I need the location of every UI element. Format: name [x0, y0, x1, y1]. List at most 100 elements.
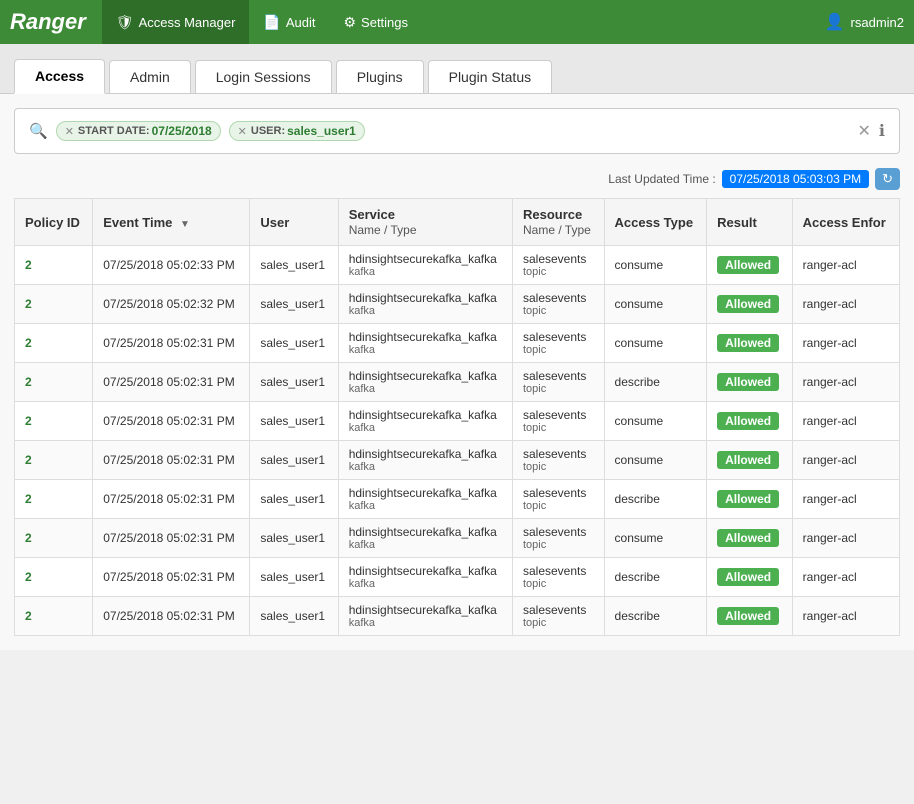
cell-policy-id: 2 — [15, 246, 93, 285]
cell-resource: salesevents topic — [512, 363, 604, 402]
search-info-icon[interactable]: ℹ — [879, 121, 885, 141]
cell-result: Allowed — [707, 597, 793, 636]
cell-resource: salesevents topic — [512, 285, 604, 324]
nav-audit[interactable]: 📄 Audit — [249, 0, 329, 44]
filter-start-date[interactable]: ✕ START DATE: 07/25/2018 — [56, 121, 221, 141]
cell-access-type: describe — [604, 363, 707, 402]
top-navigation: Ranger 🛡 Access Manager 📄 Audit ⚙ Settin… — [0, 0, 914, 44]
policy-link[interactable]: 2 — [25, 492, 32, 506]
cell-result: Allowed — [707, 441, 793, 480]
tab-admin[interactable]: Admin — [109, 60, 191, 93]
user-icon: 👤 — [825, 12, 845, 32]
policy-link[interactable]: 2 — [25, 453, 32, 467]
table-row: 2 07/25/2018 05:02:31 PM sales_user1 hdi… — [15, 363, 900, 402]
cell-service: hdinsightsecurekafka_kafka kafka — [338, 480, 512, 519]
filter-user[interactable]: ✕ USER: sales_user1 — [229, 121, 365, 141]
result-badge: Allowed — [717, 295, 779, 313]
user-menu[interactable]: 👤 rsadmin2 — [825, 12, 904, 32]
cell-event-time: 07/25/2018 05:02:31 PM — [93, 402, 250, 441]
col-header-event-time[interactable]: Event Time ▼ — [93, 199, 250, 246]
tab-plugins[interactable]: Plugins — [336, 60, 424, 93]
result-badge: Allowed — [717, 568, 779, 586]
table-row: 2 07/25/2018 05:02:32 PM sales_user1 hdi… — [15, 285, 900, 324]
audit-icon: 📄 — [263, 14, 280, 31]
search-clear-icon[interactable]: ✕ — [858, 121, 871, 141]
resource-type: topic — [523, 422, 594, 434]
cell-event-time: 07/25/2018 05:02:32 PM — [93, 285, 250, 324]
col-header-access-type: Access Type — [604, 199, 707, 246]
refresh-button[interactable]: ↻ — [875, 168, 900, 190]
tab-plugin-status[interactable]: Plugin Status — [428, 60, 553, 93]
cell-resource: salesevents topic — [512, 441, 604, 480]
resource-type: topic — [523, 461, 594, 473]
resource-name: salesevents — [523, 291, 594, 305]
resource-type: topic — [523, 539, 594, 551]
resource-type: topic — [523, 617, 594, 629]
cell-service: hdinsightsecurekafka_kafka kafka — [338, 402, 512, 441]
policy-link[interactable]: 2 — [25, 414, 32, 428]
cell-service: hdinsightsecurekafka_kafka kafka — [338, 558, 512, 597]
cell-result: Allowed — [707, 480, 793, 519]
tab-access[interactable]: Access — [14, 59, 105, 94]
shield-icon: 🛡 — [116, 14, 134, 31]
cell-access-enforcer: ranger-acl — [792, 285, 899, 324]
policy-link[interactable]: 2 — [25, 297, 32, 311]
cell-access-enforcer: ranger-acl — [792, 324, 899, 363]
policy-link[interactable]: 2 — [25, 375, 32, 389]
cell-access-type: consume — [604, 402, 707, 441]
resource-type: topic — [523, 578, 594, 590]
resource-type: topic — [523, 305, 594, 317]
service-name: hdinsightsecurekafka_kafka — [349, 564, 502, 578]
nav-access-manager[interactable]: 🛡 Access Manager — [102, 0, 250, 44]
cell-user: sales_user1 — [250, 246, 338, 285]
last-updated-label: Last Updated Time : — [608, 172, 715, 186]
col-header-resource: ResourceName / Type — [512, 199, 604, 246]
cell-policy-id: 2 — [15, 480, 93, 519]
col-header-policy-id: Policy ID — [15, 199, 93, 246]
filter-close-date-icon[interactable]: ✕ — [65, 125, 74, 138]
policy-link[interactable]: 2 — [25, 336, 32, 350]
cell-resource: salesevents topic — [512, 480, 604, 519]
filter-close-user-icon[interactable]: ✕ — [238, 125, 247, 138]
last-updated-time: 07/25/2018 05:03:03 PM — [722, 170, 869, 188]
cell-result: Allowed — [707, 519, 793, 558]
cell-user: sales_user1 — [250, 363, 338, 402]
resource-type: topic — [523, 266, 594, 278]
cell-event-time: 07/25/2018 05:02:31 PM — [93, 363, 250, 402]
col-header-user: User — [250, 199, 338, 246]
cell-access-type: describe — [604, 597, 707, 636]
policy-link[interactable]: 2 — [25, 531, 32, 545]
resource-name: salesevents — [523, 525, 594, 539]
cell-policy-id: 2 — [15, 324, 93, 363]
cell-service: hdinsightsecurekafka_kafka kafka — [338, 324, 512, 363]
search-box: 🔍 ✕ START DATE: 07/25/2018 ✕ USER: sales… — [14, 108, 900, 154]
result-badge: Allowed — [717, 412, 779, 430]
policy-link[interactable]: 2 — [25, 570, 32, 584]
table-row: 2 07/25/2018 05:02:31 PM sales_user1 hdi… — [15, 597, 900, 636]
service-type: kafka — [349, 500, 502, 512]
resource-name: salesevents — [523, 486, 594, 500]
cell-policy-id: 2 — [15, 441, 93, 480]
service-type: kafka — [349, 422, 502, 434]
cell-user: sales_user1 — [250, 441, 338, 480]
cell-resource: salesevents topic — [512, 597, 604, 636]
cell-policy-id: 2 — [15, 285, 93, 324]
resource-type: topic — [523, 383, 594, 395]
result-badge: Allowed — [717, 334, 779, 352]
policy-link[interactable]: 2 — [25, 258, 32, 272]
service-type: kafka — [349, 578, 502, 590]
cell-result: Allowed — [707, 324, 793, 363]
cell-user: sales_user1 — [250, 558, 338, 597]
result-badge: Allowed — [717, 490, 779, 508]
service-name: hdinsightsecurekafka_kafka — [349, 447, 502, 461]
nav-settings[interactable]: ⚙ Settings — [329, 0, 422, 44]
cell-user: sales_user1 — [250, 597, 338, 636]
table-row: 2 07/25/2018 05:02:31 PM sales_user1 hdi… — [15, 402, 900, 441]
cell-resource: salesevents topic — [512, 324, 604, 363]
tab-login-sessions[interactable]: Login Sessions — [195, 60, 332, 93]
cell-service: hdinsightsecurekafka_kafka kafka — [338, 441, 512, 480]
cell-resource: salesevents topic — [512, 519, 604, 558]
service-type: kafka — [349, 344, 502, 356]
policy-link[interactable]: 2 — [25, 609, 32, 623]
service-name: hdinsightsecurekafka_kafka — [349, 525, 502, 539]
